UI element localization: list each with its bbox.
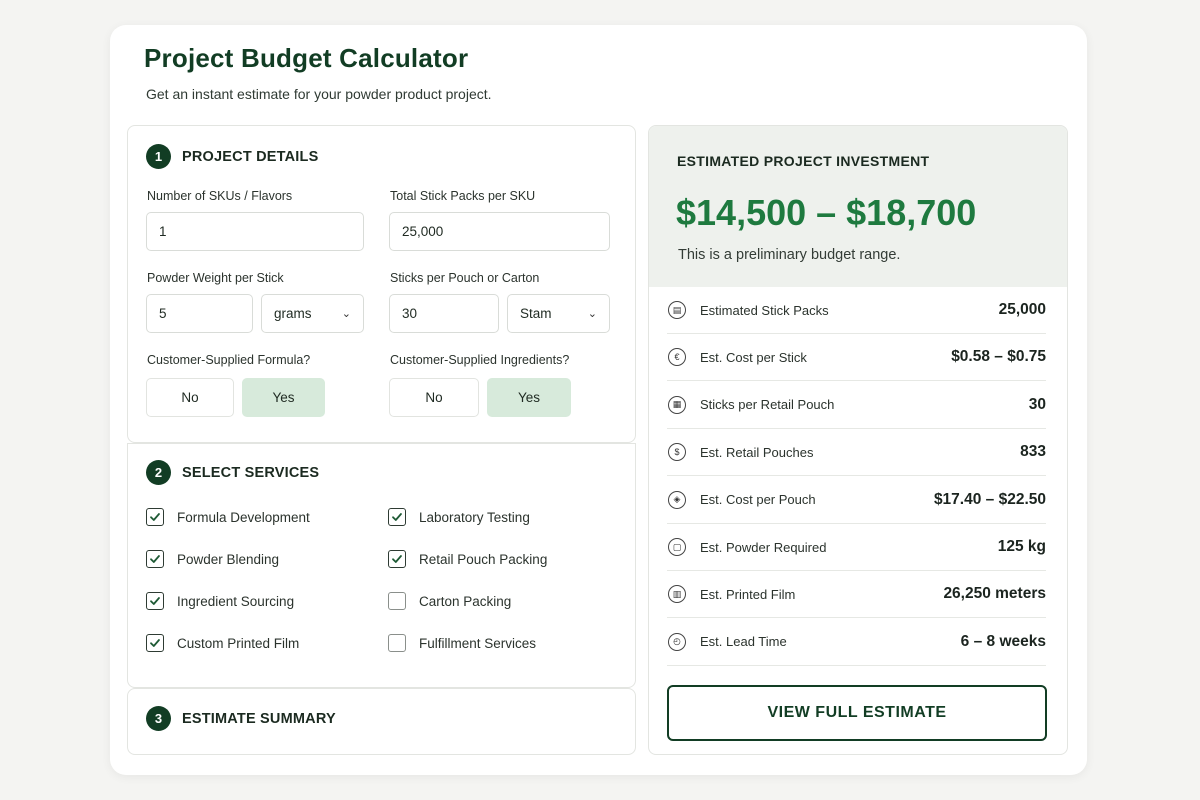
service-label: Ingredient Sourcing xyxy=(177,593,295,609)
metric-label: Est. Powder Required xyxy=(700,539,827,555)
select-services-header[interactable]: 2 SELECT SERVICES xyxy=(146,460,319,485)
step-number-badge: 3 xyxy=(146,706,171,731)
weight-unit-select[interactable]: grams ⌄ xyxy=(261,294,364,333)
metric-row: ▦ Sticks per Retail Pouch 30 xyxy=(667,382,1046,429)
film-roll-icon: ▥ xyxy=(668,585,686,604)
metric-row: ◈ Est. Cost per Pouch $17.40 – $22.50 xyxy=(667,477,1046,524)
investment-header: ESTIMATED PROJECT INVESTMENT $14,500 – $… xyxy=(649,126,1067,287)
formula-yes-button[interactable]: Yes xyxy=(242,378,325,417)
service-checkbox-row[interactable]: Powder Blending xyxy=(146,550,279,568)
metric-row: ▥ Est. Printed Film 26,250 meters xyxy=(667,571,1046,619)
metric-label: Est. Printed Film xyxy=(700,586,796,602)
investment-label: ESTIMATED PROJECT INVESTMENT xyxy=(677,153,930,169)
metric-label: Est. Cost per Stick xyxy=(700,349,807,365)
checkbox-checked-icon[interactable] xyxy=(146,508,164,526)
estimate-summary-header[interactable]: 3 ESTIMATE SUMMARY xyxy=(146,706,336,731)
step-number-badge: 1 xyxy=(146,144,171,169)
metric-row: $ Est. Retail Pouches 833 xyxy=(667,429,1046,477)
service-checkbox-row[interactable]: Ingredient Sourcing xyxy=(146,592,294,610)
checkbox-unchecked-icon[interactable] xyxy=(388,634,406,652)
project-details-panel: 1 PROJECT DETAILS Number of SKUs / Flavo… xyxy=(127,125,636,443)
service-checkbox-row[interactable]: Formula Development xyxy=(146,508,310,526)
skus-input[interactable]: 1 xyxy=(146,212,364,251)
investment-panel: ESTIMATED PROJECT INVESTMENT $14,500 – $… xyxy=(648,125,1068,755)
service-label: Formula Development xyxy=(177,509,310,525)
estimate-summary-panel: 3 ESTIMATE SUMMARY xyxy=(127,688,636,755)
stick-packs-input[interactable]: 25,000 xyxy=(389,212,610,251)
powder-bag-icon: ▢ xyxy=(668,538,686,556)
metric-value: 125 kg xyxy=(997,538,1046,555)
metric-value: $17.40 – $22.50 xyxy=(933,490,1046,508)
service-label: Custom Printed Film xyxy=(177,635,300,651)
chevron-down-icon: ⌄ xyxy=(341,308,351,320)
metric-value: 25,000 xyxy=(998,301,1046,318)
ingredients-no-button[interactable]: No xyxy=(389,378,479,417)
metric-row: ▤ Estimated Stick Packs 25,000 xyxy=(667,287,1046,334)
service-label: Powder Blending xyxy=(177,551,280,567)
pouch-count-icon: ▦ xyxy=(668,395,686,414)
section-title: SELECT SERVICES xyxy=(182,464,320,481)
ingredients-yes-button[interactable]: Yes xyxy=(487,378,571,417)
metric-label: Sticks per Retail Pouch xyxy=(700,397,835,413)
service-checkbox-row[interactable]: Custom Printed Film xyxy=(146,634,299,652)
cost-stick-icon: € xyxy=(668,348,686,367)
formula-no-button[interactable]: No xyxy=(146,378,234,417)
formula-label: Customer-Supplied Formula? xyxy=(147,353,311,367)
metric-row: € Est. Cost per Stick $0.58 – $0.75 xyxy=(667,334,1046,382)
section-title: PROJECT DETAILS xyxy=(182,148,319,165)
service-label: Laboratory Testing xyxy=(419,509,530,525)
page-subtitle: Get an instant estimate for your powder … xyxy=(146,86,492,102)
powder-weight-input[interactable]: 5 xyxy=(146,294,253,333)
select-services-panel: 2 SELECT SERVICES Formula Development Pow… xyxy=(127,443,636,688)
investment-note: This is a preliminary budget range. xyxy=(678,247,901,263)
view-full-estimate-button[interactable]: VIEW FULL ESTIMATE xyxy=(667,685,1047,741)
metric-value: 30 xyxy=(1028,395,1046,413)
stick-pack-icon: ▤ xyxy=(668,301,686,319)
checkbox-checked-icon[interactable] xyxy=(146,634,164,652)
checkbox-unchecked-icon[interactable] xyxy=(388,592,406,610)
checkbox-checked-icon[interactable] xyxy=(388,508,406,526)
metric-row: ◴ Est. Lead Time 6 – 8 weeks xyxy=(667,619,1046,666)
checkbox-checked-icon[interactable] xyxy=(146,592,164,610)
metric-value: 26,250 meters xyxy=(943,585,1046,603)
checkbox-checked-icon[interactable] xyxy=(146,550,164,568)
metric-value: $0.58 – $0.75 xyxy=(951,348,1046,366)
metric-row: ▢ Est. Powder Required 125 kg xyxy=(667,524,1046,571)
service-checkbox-row[interactable]: Laboratory Testing xyxy=(388,508,530,526)
skus-label: Number of SKUs / Flavors xyxy=(147,189,293,203)
section-title: ESTIMATE SUMMARY xyxy=(182,710,336,727)
service-label: Retail Pouch Packing xyxy=(419,551,548,567)
pouch-unit-value: Stam xyxy=(520,306,552,321)
metric-label: Est. Retail Pouches xyxy=(700,444,814,460)
pouch-unit-select[interactable]: Stam ⌄ xyxy=(507,294,610,333)
metric-value: 6 – 8 weeks xyxy=(960,632,1046,650)
clock-icon: ◴ xyxy=(668,632,686,651)
service-checkbox-row[interactable]: Fulfillment Services xyxy=(388,634,536,652)
service-label: Carton Packing xyxy=(419,593,512,609)
dollar-icon: $ xyxy=(668,443,686,462)
metric-label: Est. Cost per Pouch xyxy=(700,492,816,508)
calculator-card: Project Budget Calculator Get an instant… xyxy=(110,25,1087,775)
metric-label: Estimated Stick Packs xyxy=(700,302,829,318)
project-details-header[interactable]: 1 PROJECT DETAILS xyxy=(146,144,318,169)
ingredients-label: Customer-Supplied Ingredients? xyxy=(390,353,570,367)
metric-label: Est. Lead Time xyxy=(700,634,787,650)
investment-range: $14,500 – $18,700 xyxy=(676,192,977,233)
chevron-down-icon: ⌄ xyxy=(587,308,597,320)
stick-packs-label: Total Stick Packs per SKU xyxy=(390,189,536,203)
service-label: Fulfillment Services xyxy=(419,635,537,651)
sticks-per-pouch-input[interactable]: 30 xyxy=(389,294,499,333)
metric-value: 833 xyxy=(1020,443,1046,461)
powder-weight-label: Powder Weight per Stick xyxy=(147,271,284,285)
service-checkbox-row[interactable]: Carton Packing xyxy=(388,592,511,610)
checkbox-checked-icon[interactable] xyxy=(388,550,406,568)
weight-unit-value: grams xyxy=(274,306,312,321)
pouch-cost-icon: ◈ xyxy=(668,490,686,509)
page-title: Project Budget Calculator xyxy=(144,43,469,73)
sticks-per-pouch-label: Sticks per Pouch or Carton xyxy=(390,271,540,285)
service-checkbox-row[interactable]: Retail Pouch Packing xyxy=(388,550,547,568)
step-number-badge: 2 xyxy=(146,460,171,485)
